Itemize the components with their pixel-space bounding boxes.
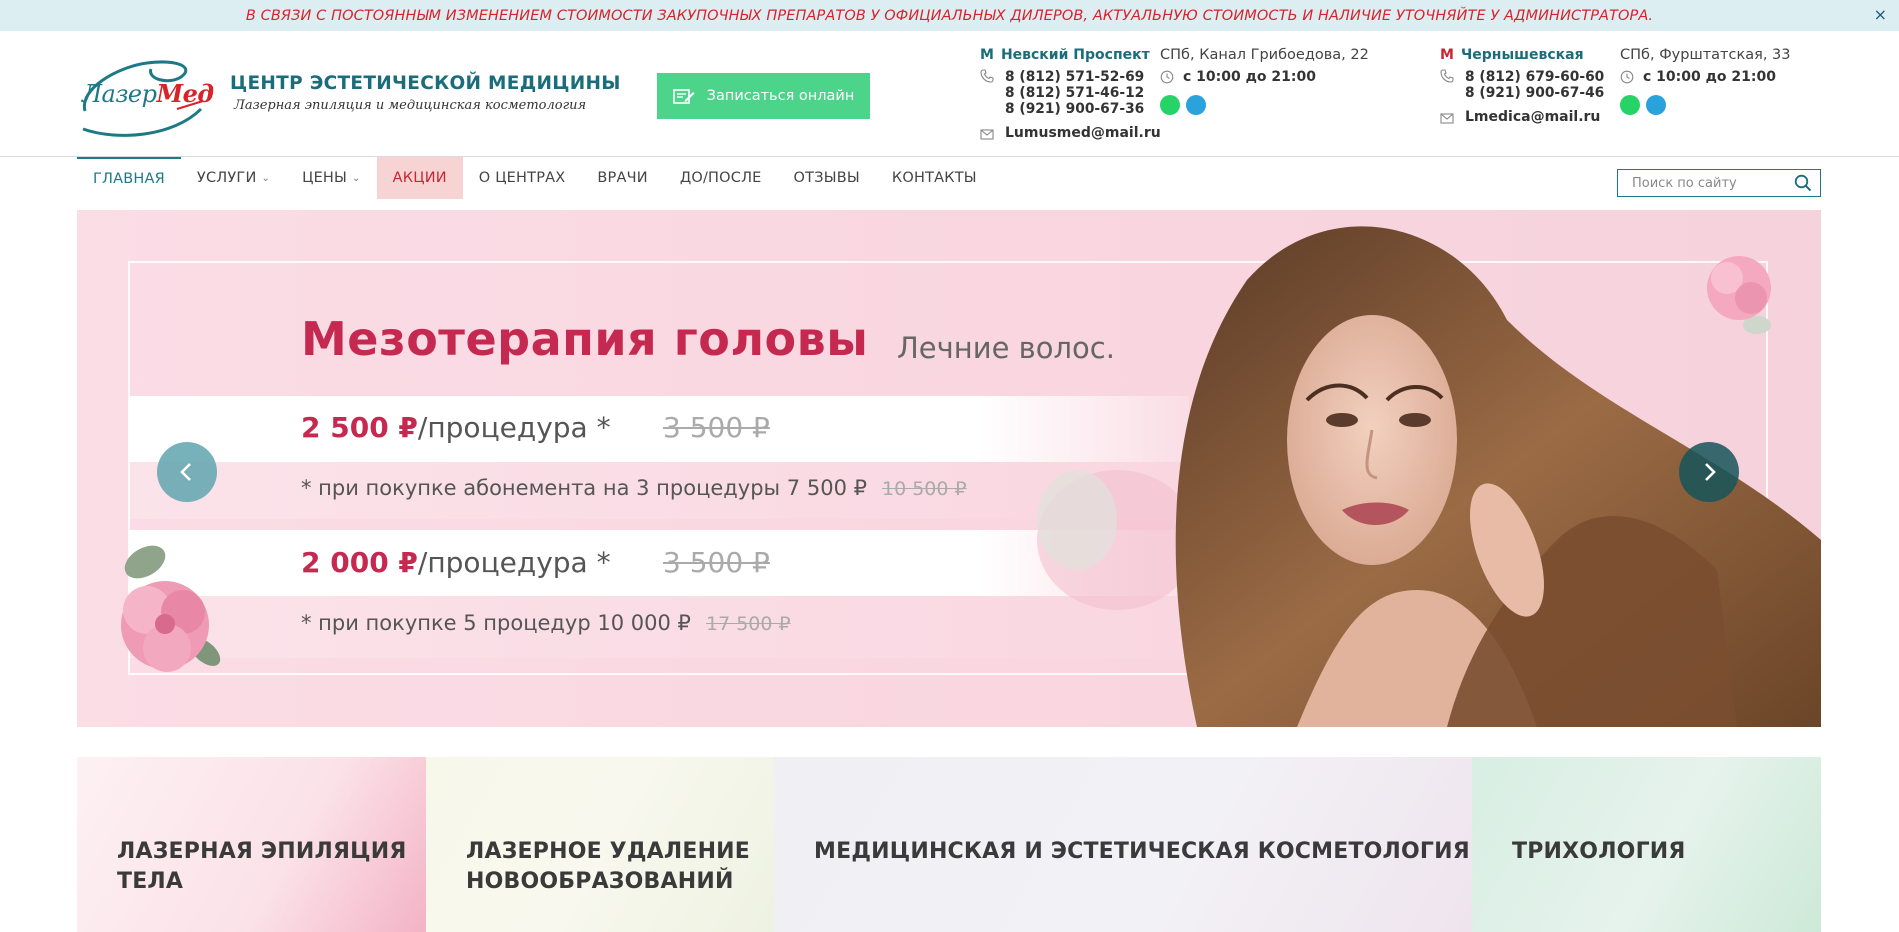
email-link[interactable]: Lumusmed@mail.ru [1005, 125, 1161, 141]
phone-list: 8 (812) 571-52-69 8 (812) 571-46-12 8 (9… [1005, 69, 1144, 117]
whatsapp-icon[interactable] [1160, 95, 1180, 115]
messenger-links [1620, 95, 1666, 115]
price-unit: /процедура * [417, 546, 611, 579]
brand-title: ЦЕНТР ЭСТЕТИЧЕСКОЙ МЕДИЦИНЫ [230, 73, 621, 94]
metro-name: Невский Проспект [1000, 47, 1150, 63]
category-cosmetology[interactable]: МЕДИЦИНСКАЯ И ЭСТЕТИЧЕСКАЯ КОСМЕТОЛОГИЯ [774, 757, 1472, 932]
phone-number[interactable]: 8 (812) 571-46-12 [1005, 85, 1144, 101]
chevron-right-icon [1705, 463, 1716, 481]
email-link[interactable]: Lmedica@mail.ru [1465, 109, 1600, 125]
hours-text: с 10:00 до 21:00 [1183, 69, 1316, 85]
offer-price: 2 500 ₽/процедура * [301, 411, 611, 444]
category-laser-removal[interactable]: ЛАЗЕРНОЕ УДАЛЕНИЕ НОВООБРАЗОВАНИЙ [426, 757, 774, 932]
clock-icon [1160, 70, 1174, 84]
metro-icon: М [1440, 47, 1454, 63]
mail-icon [1440, 113, 1454, 124]
book-online-label: Записаться онлайн [706, 88, 855, 104]
phone-number[interactable]: 8 (812) 571-52-69 [1005, 69, 1144, 85]
nav-item-about[interactable]: О ЦЕНТРАХ [463, 157, 582, 199]
logo-text: ЛазерМед [82, 79, 214, 108]
nav-item-home[interactable]: ГЛАВНАЯ [77, 157, 181, 199]
brand-subtitle: Лазерная эпиляция и медицинская косметол… [234, 98, 587, 113]
price-value: 2 000 ₽ [301, 546, 418, 579]
metro-icon: М [980, 47, 994, 63]
site-header: ЛазерМед ЦЕНТР ЭСТЕТИЧЕСКОЙ МЕДИЦИНЫ Лаз… [0, 31, 1899, 157]
telegram-icon[interactable] [1646, 95, 1666, 115]
metro-nevsky: М Невский Проспект [980, 47, 1150, 63]
chevron-down-icon: ⌄ [352, 172, 361, 184]
slide-subtitle: Лечние волос. [897, 331, 1115, 365]
phone-number[interactable]: 8 (812) 679-60-60 [1465, 69, 1604, 85]
opening-hours: с 10:00 до 21:00 [1620, 69, 1776, 85]
search-input[interactable] [1618, 171, 1788, 195]
category-label: МЕДИЦИНСКАЯ И ЭСТЕТИЧЕСКАЯ КОСМЕТОЛОГИЯ [814, 839, 1470, 864]
chevron-down-icon: ⌄ [261, 172, 271, 184]
search-icon[interactable] [1788, 170, 1818, 196]
opening-hours: с 10:00 до 21:00 [1160, 69, 1316, 85]
close-icon[interactable]: × [1874, 5, 1887, 24]
phone-number[interactable]: 8 (921) 900-67-46 [1465, 85, 1604, 101]
offer-note: * при покупке 5 процедур 10 000 ₽ [301, 611, 691, 635]
slider-next-button[interactable] [1679, 442, 1739, 502]
mail-icon [980, 129, 994, 140]
main-nav: ГЛАВНАЯ УСЛУГИ ⌄ ЦЕНЫ ⌄ АКЦИИ О ЦЕНТРАХ ВР… [77, 157, 993, 199]
nav-item-reviews[interactable]: ОТЗЫВЫ [778, 157, 876, 199]
category-laser-hair-removal[interactable]: ЛАЗЕРНАЯ ЭПИЛЯЦИЯ ТЕЛА [77, 757, 426, 932]
nav-item-contacts[interactable]: КОНТАКТЫ [876, 157, 993, 199]
whatsapp-icon[interactable] [1620, 95, 1640, 115]
phone-list: 8 (812) 679-60-60 8 (921) 900-67-46 [1465, 69, 1604, 101]
metro-chernyshevskaya: М Чернышевская [1440, 47, 1584, 63]
hours-text: с 10:00 до 21:00 [1643, 69, 1776, 85]
nav-item-promotions[interactable]: АКЦИИ [376, 157, 463, 199]
category-label: ТРИХОЛОГИЯ [1512, 839, 1686, 864]
address: СПб, Фурштатская, 33 [1620, 47, 1791, 63]
price-unit: /процедура * [417, 411, 611, 444]
offer-price: 2 000 ₽/процедура * [301, 546, 611, 579]
old-price: 3 500 ₽ [663, 546, 770, 579]
offer-note: * при покупке абонемента на 3 процедуры … [301, 476, 867, 500]
phone-icon [980, 69, 994, 83]
chevron-left-icon [180, 463, 191, 481]
phone-number[interactable]: 8 (921) 900-67-36 [1005, 101, 1144, 117]
note-old-price: 17 500 ₽ [706, 613, 791, 635]
old-price: 3 500 ₽ [663, 411, 770, 444]
category-trichology[interactable]: ТРИХОЛОГИЯ [1472, 757, 1821, 932]
announcement-bar: В СВЯЗИ С ПОСТОЯННЫМ ИЗМЕНЕНИЕМ СТОИМОСТ… [0, 0, 1899, 31]
telegram-icon[interactable] [1186, 95, 1206, 115]
calendar-edit-icon [672, 89, 695, 104]
phone-icon [1440, 69, 1454, 83]
price-value: 2 500 ₽ [301, 411, 418, 444]
nav-item-services[interactable]: УСЛУГИ ⌄ [181, 157, 286, 199]
messenger-links [1160, 95, 1206, 115]
category-label: ЛАЗЕРНОЕ УДАЛЕНИЕ НОВООБРАЗОВАНИЙ [466, 839, 751, 894]
flower-illustration [121, 545, 221, 672]
metro-name: Чернышевская [1460, 47, 1584, 63]
clock-icon [1620, 70, 1634, 84]
book-online-button[interactable]: Записаться онлайн [657, 73, 870, 119]
service-categories: ЛАЗЕРНАЯ ЭПИЛЯЦИЯ ТЕЛА ЛАЗЕРНОЕ УДАЛЕНИЕ… [77, 757, 1821, 932]
nav-item-prices[interactable]: ЦЕНЫ ⌄ [286, 157, 377, 199]
nav-item-before-after[interactable]: ДО/ПОСЛЕ [664, 157, 778, 199]
hero-slider: Мезотерапия головы Лечние волос. 2 500 ₽… [77, 210, 1821, 727]
announcement-text: В СВЯЗИ С ПОСТОЯННЫМ ИЗМЕНЕНИЕМ СТОИМОСТ… [245, 7, 1654, 24]
site-search [1617, 169, 1821, 197]
note-old-price: 10 500 ₽ [882, 478, 967, 500]
slider-prev-button[interactable] [157, 442, 217, 502]
slide-title: Мезотерапия головы [301, 312, 869, 366]
category-label: ЛАЗЕРНАЯ ЭПИЛЯЦИЯ ТЕЛА [117, 839, 407, 894]
nav-item-doctors[interactable]: ВРАЧИ [581, 157, 663, 199]
logo[interactable]: ЛазерМед [77, 49, 214, 141]
address: СПб, Канал Грибоедова, 22 [1160, 47, 1369, 63]
